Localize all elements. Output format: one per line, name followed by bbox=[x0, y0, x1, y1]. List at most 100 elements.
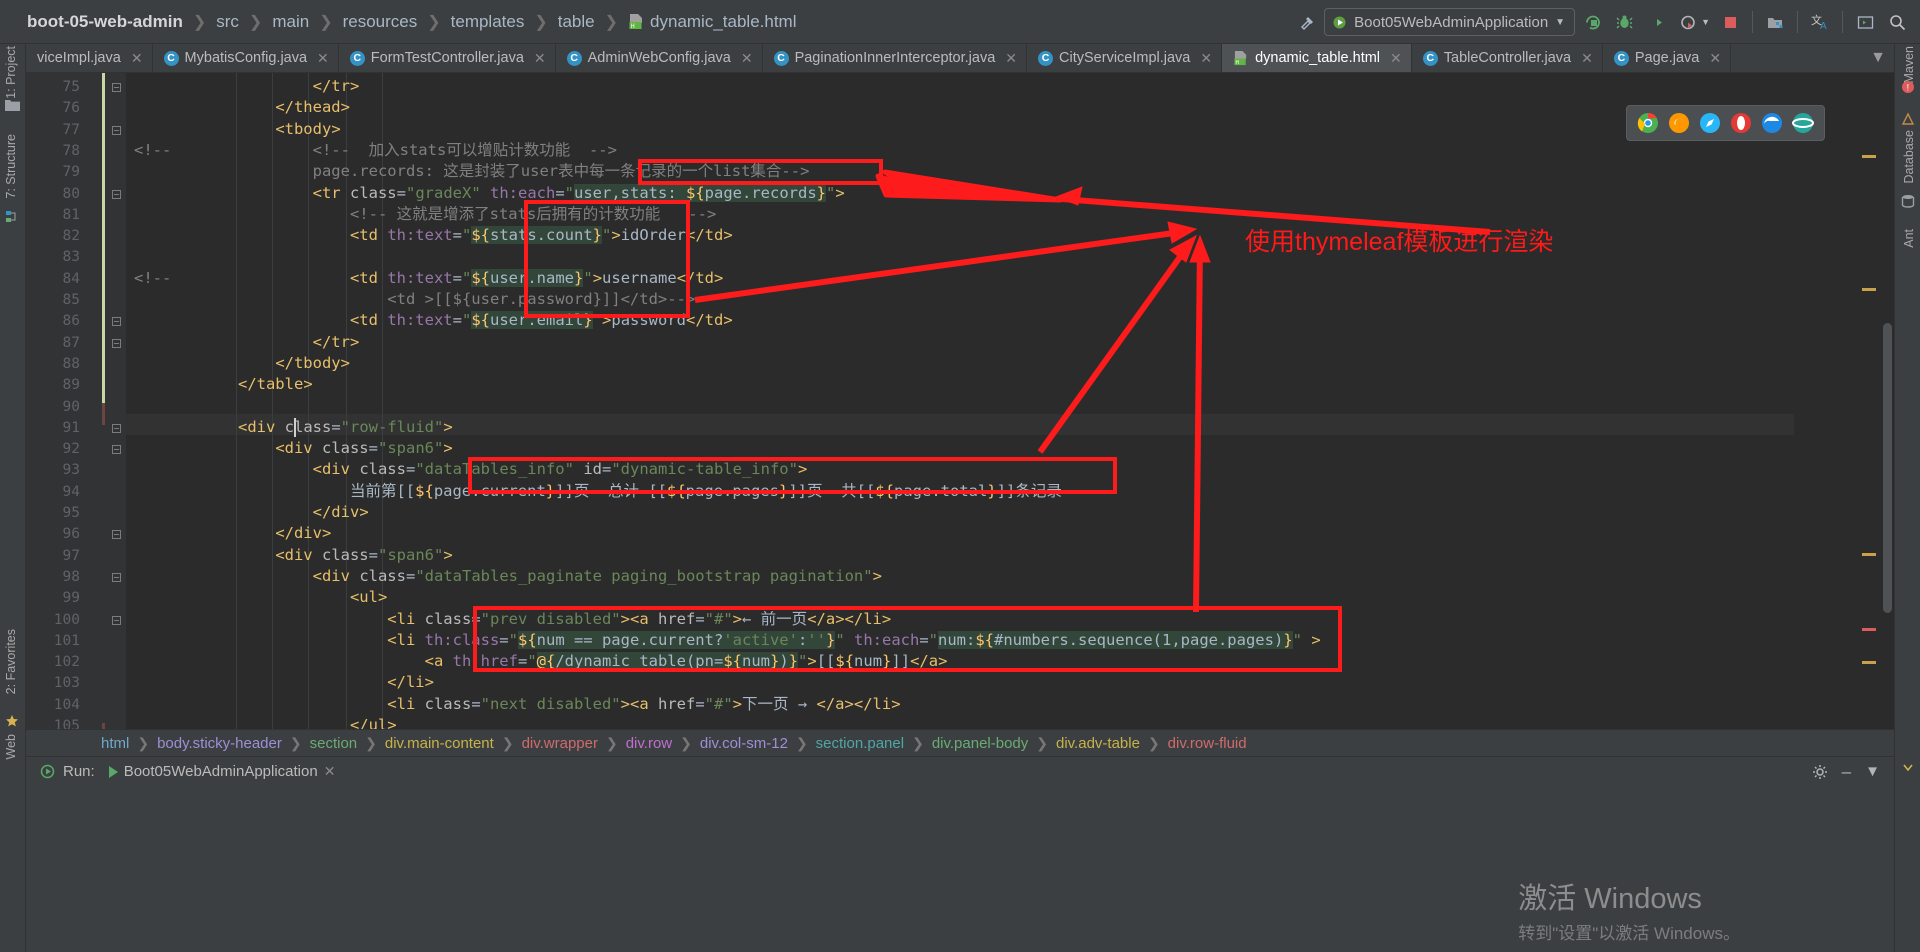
breadcrumb-project[interactable]: boot-05-web-admin bbox=[22, 10, 188, 34]
breadcrumb-src[interactable]: src bbox=[211, 10, 244, 34]
tab-list-chevron-icon[interactable]: ▼ bbox=[1862, 44, 1894, 72]
close-icon[interactable]: ✕ bbox=[1709, 50, 1721, 67]
idea-window: boot-05-web-admin ❯ src ❯ main ❯ resourc… bbox=[0, 0, 1920, 952]
settings-gear-icon[interactable] bbox=[1812, 764, 1828, 780]
class-icon: C bbox=[566, 50, 582, 66]
minimize-icon[interactable]: – bbox=[1842, 763, 1851, 780]
explorer-icon[interactable] bbox=[1792, 112, 1814, 134]
profiler-icon[interactable] bbox=[1673, 7, 1703, 37]
close-icon[interactable]: ✕ bbox=[1200, 50, 1212, 67]
html-file-icon: H bbox=[628, 13, 645, 30]
sidebar-item-database[interactable]: Database bbox=[1902, 130, 1916, 184]
build-hammer-icon[interactable] bbox=[1292, 7, 1322, 37]
editor-gutter[interactable] bbox=[26, 73, 126, 729]
breadcrumb-panel[interactable]: section.panel bbox=[816, 735, 904, 752]
coverage-icon[interactable] bbox=[1641, 7, 1671, 37]
run-icon[interactable] bbox=[40, 764, 55, 779]
breadcrumb-file[interactable]: H dynamic_table.html bbox=[623, 10, 801, 34]
close-icon[interactable]: ✕ bbox=[1581, 50, 1593, 67]
folded-comment-marker[interactable]: <!-- bbox=[134, 268, 171, 289]
code-text[interactable]: </tr> </thead> <tbody> <!-- 加入stats可以增贴计… bbox=[126, 73, 1894, 729]
close-icon[interactable]: ✕ bbox=[324, 763, 336, 780]
tab-label: Page.java bbox=[1634, 50, 1700, 66]
breadcrumb-table[interactable]: table bbox=[553, 10, 600, 34]
breadcrumb-main[interactable]: main bbox=[267, 10, 314, 34]
close-icon[interactable]: ✕ bbox=[131, 50, 143, 67]
tab-serviceimpl-java[interactable]: viceImpl.java ✕ bbox=[26, 44, 153, 72]
browser-launch-popup[interactable] bbox=[1626, 105, 1825, 141]
close-icon[interactable]: ✕ bbox=[741, 50, 753, 67]
breadcrumb-main-content[interactable]: div.main-content bbox=[385, 735, 494, 752]
translate-icon[interactable]: 文A bbox=[1805, 7, 1835, 37]
breadcrumb-adv-table[interactable]: div.adv-table bbox=[1056, 735, 1140, 752]
class-icon: C bbox=[1422, 50, 1438, 66]
tab-label: AdminWebConfig.java bbox=[587, 50, 731, 66]
code-line: <div class="span6"> bbox=[275, 439, 453, 458]
sidebar-item-structure[interactable]: 7: Structure bbox=[4, 134, 18, 199]
close-icon[interactable]: ✕ bbox=[534, 50, 546, 67]
run-icon[interactable] bbox=[1577, 7, 1607, 37]
main-toolbar: Boot05WebAdminApplication ▼ ▼ 文 A bbox=[1292, 0, 1912, 44]
sidebar-item-web[interactable]: Web bbox=[4, 734, 18, 759]
safari-icon[interactable] bbox=[1699, 112, 1721, 134]
breadcrumb-body[interactable]: body.sticky-header bbox=[157, 735, 282, 752]
firefox-icon[interactable] bbox=[1668, 112, 1690, 134]
debug-icon[interactable] bbox=[1609, 7, 1639, 37]
breadcrumb-templates[interactable]: templates bbox=[446, 10, 530, 34]
breadcrumb-col-sm-12[interactable]: div.col-sm-12 bbox=[700, 735, 788, 752]
tab-label: viceImpl.java bbox=[37, 50, 121, 66]
opera-icon[interactable] bbox=[1730, 112, 1752, 134]
editor-tab-bar: viceImpl.java ✕ C MybatisConfig.java ✕ C… bbox=[26, 44, 1894, 73]
tab-cityserviceimpl-java[interactable]: C CityServiceImpl.java ✕ bbox=[1027, 44, 1223, 72]
run-tab-boot05webadminapplication[interactable]: Boot05WebAdminApplication ✕ bbox=[103, 763, 342, 780]
breadcrumb-html[interactable]: html bbox=[101, 735, 129, 752]
project-structure-icon[interactable] bbox=[1760, 7, 1790, 37]
close-icon[interactable]: ✕ bbox=[1390, 50, 1402, 67]
run-window-label: Run: bbox=[63, 763, 95, 780]
code-line: </tbody> bbox=[275, 353, 350, 372]
tab-mybatisconfig-java[interactable]: C MybatisConfig.java ✕ bbox=[153, 44, 339, 72]
close-icon[interactable]: ✕ bbox=[1005, 50, 1017, 67]
sidebar-item-maven[interactable]: Maven bbox=[1902, 46, 1916, 84]
code-line: <div class="dataTables_info" id="dynamic… bbox=[312, 460, 808, 479]
run-configuration-selector[interactable]: Boot05WebAdminApplication ▼ bbox=[1324, 8, 1576, 36]
breadcrumb-panel-body[interactable]: div.panel-body bbox=[932, 735, 1028, 752]
structure-icon bbox=[5, 210, 19, 224]
breadcrumb-separator: ❯ bbox=[319, 13, 333, 31]
breadcrumb: boot-05-web-admin ❯ src ❯ main ❯ resourc… bbox=[0, 10, 802, 34]
tab-adminwebconfig-java[interactable]: C AdminWebConfig.java ✕ bbox=[556, 44, 763, 72]
breadcrumb-wrapper[interactable]: div.wrapper bbox=[522, 735, 598, 752]
error-stripe-markers[interactable] bbox=[1862, 73, 1890, 729]
stop-icon[interactable] bbox=[1715, 7, 1745, 37]
inspection-status-icon[interactable]: ! bbox=[1901, 80, 1915, 94]
sidebar-item-favorites[interactable]: 2: Favorites bbox=[4, 629, 18, 694]
chrome-icon[interactable] bbox=[1637, 112, 1659, 134]
class-icon: C bbox=[1038, 50, 1054, 66]
sidebar-item-ant[interactable]: Ant bbox=[1902, 229, 1916, 248]
tab-formtestcontroller-java[interactable]: C FormTestController.java ✕ bbox=[339, 44, 556, 72]
edge-icon[interactable] bbox=[1761, 112, 1783, 134]
sidebar-item-project[interactable]: 1: Project bbox=[4, 46, 18, 99]
breadcrumb-row[interactable]: div.row bbox=[626, 735, 672, 752]
toolbar-divider bbox=[1752, 11, 1753, 33]
tab-label: TableController.java bbox=[1443, 50, 1572, 66]
breadcrumb-section[interactable]: section bbox=[310, 735, 358, 752]
tab-page-java[interactable]: C Page.java ✕ bbox=[1603, 44, 1732, 72]
scroll-down-icon[interactable] bbox=[1901, 760, 1915, 774]
chevron-down-icon[interactable]: ▼ bbox=[1701, 17, 1710, 27]
run-tab-label: Boot05WebAdminApplication bbox=[123, 763, 318, 780]
search-icon[interactable] bbox=[1882, 7, 1912, 37]
terminal-icon[interactable] bbox=[1850, 7, 1880, 37]
hide-icon[interactable]: ▼ bbox=[1865, 763, 1880, 780]
tab-paginationinnerinterceptor-java[interactable]: C PaginationInnerInterceptor.java ✕ bbox=[763, 44, 1028, 72]
chevron-down-icon[interactable]: ▼ bbox=[1555, 17, 1565, 28]
code-editor[interactable]: </tr> </thead> <tbody> <!-- 加入stats可以增贴计… bbox=[26, 73, 1894, 729]
tab-dynamic-table-html[interactable]: H dynamic_table.html ✕ bbox=[1222, 44, 1412, 72]
tab-tablecontroller-java[interactable]: C TableController.java ✕ bbox=[1412, 44, 1603, 72]
breadcrumb-row-fluid[interactable]: div.row-fluid bbox=[1168, 735, 1247, 752]
close-icon[interactable]: ✕ bbox=[317, 50, 329, 67]
tool-window-database-label: Database bbox=[1902, 130, 1916, 184]
folded-comment-marker[interactable]: <!-- bbox=[134, 140, 171, 161]
class-icon: C bbox=[163, 50, 179, 66]
breadcrumb-resources[interactable]: resources bbox=[338, 10, 423, 34]
